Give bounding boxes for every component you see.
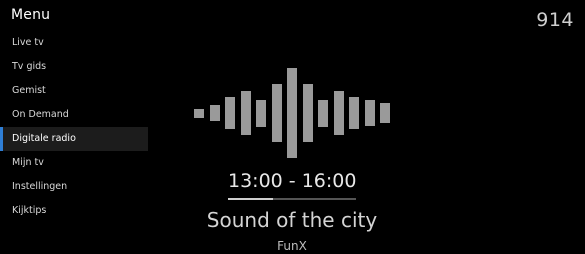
menu-title: Menu — [11, 7, 51, 23]
menu-list: Live tv Tv gids Gemist On Demand Digital… — [0, 31, 148, 223]
waveform-bar — [333, 91, 344, 135]
menu-item-gemist[interactable]: Gemist — [0, 79, 148, 103]
waveform-bar — [364, 100, 375, 126]
waveform-bar — [349, 97, 359, 129]
menu-item-tv-gids[interactable]: Tv gids — [0, 55, 148, 79]
waveform-bar — [271, 83, 282, 143]
program-progress-bar — [228, 198, 356, 200]
channel-number: 914 — [536, 9, 574, 31]
waveform-bar — [380, 103, 390, 123]
waveform-bar — [302, 83, 313, 143]
menu-item-digitale-radio[interactable]: Digitale radio — [0, 127, 148, 151]
time-range: 13:00 - 16:00 — [228, 170, 357, 192]
station-name: FunX — [277, 239, 307, 253]
waveform-bar — [318, 99, 328, 127]
waveform-bar — [209, 104, 220, 122]
menu-item-kijktips[interactable]: Kijktips — [0, 199, 148, 223]
show-title-container: Sound of the city — [180, 208, 404, 232]
waveform-icon — [194, 68, 390, 158]
time-range-container: 13:00 - 16:00 — [228, 170, 356, 192]
side-menu: Menu Live tv Tv gids Gemist On Demand Di… — [0, 0, 148, 254]
waveform-bar — [287, 68, 297, 158]
program-progress-fill — [228, 198, 273, 200]
station-container: FunX — [180, 235, 404, 254]
waveform-bar — [240, 91, 251, 135]
waveform-bar — [225, 97, 235, 129]
waveform-bar — [256, 99, 266, 127]
menu-item-live-tv[interactable]: Live tv — [0, 31, 148, 55]
menu-item-instellingen[interactable]: Instellingen — [0, 175, 148, 199]
show-title: Sound of the city — [206, 208, 378, 232]
menu-item-on-demand[interactable]: On Demand — [0, 103, 148, 127]
menu-item-mijn-tv[interactable]: Mijn tv — [0, 151, 148, 175]
waveform-bar — [194, 108, 204, 118]
